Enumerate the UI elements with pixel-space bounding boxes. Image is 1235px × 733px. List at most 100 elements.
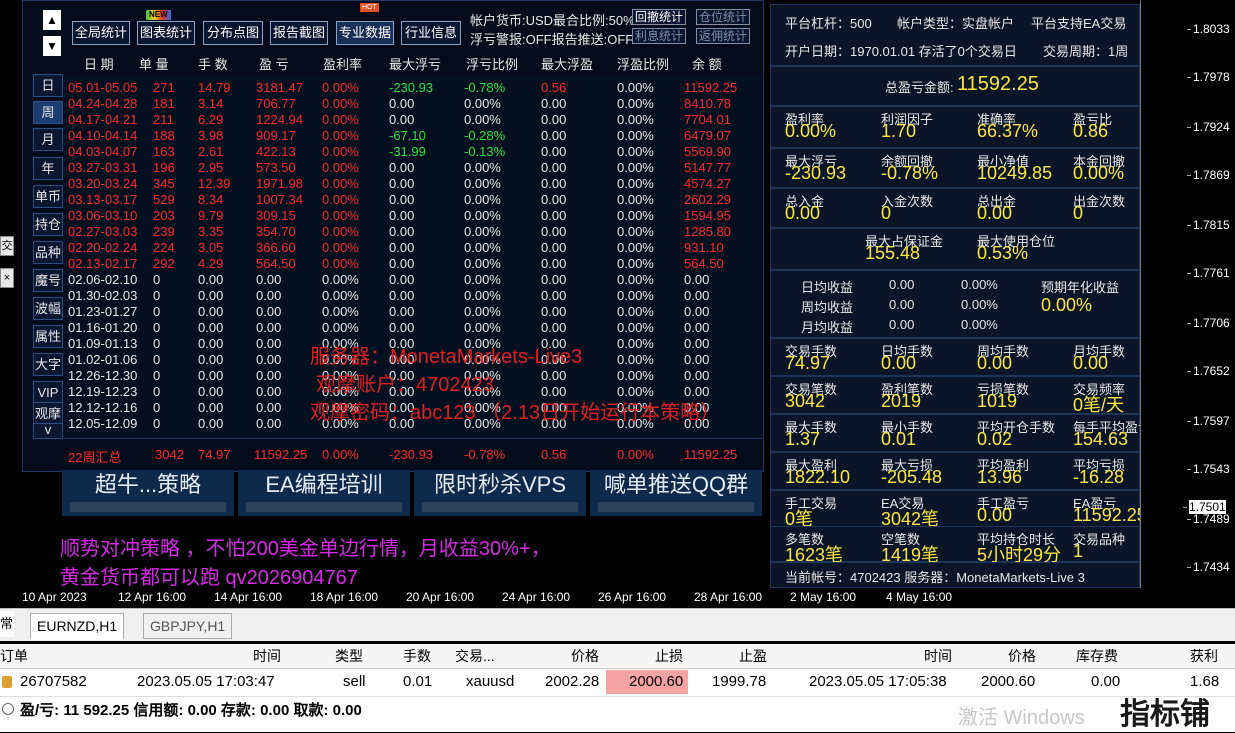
price-label: 1.7815	[1187, 218, 1230, 232]
table-cell: 01.30-02.03	[68, 288, 138, 303]
stat-box: 交易手数 74.97 日均手数 0.00 周均手数 0.00 月均手数 0.00	[770, 338, 1140, 376]
table-cell: 0.00	[541, 368, 567, 383]
interest-stats-button[interactable]: 利息统计	[632, 28, 687, 44]
large-font-button[interactable]: 大字	[33, 353, 63, 376]
table-cell: 0.00%	[617, 336, 654, 351]
scroll-up-button[interactable]: ▲	[43, 10, 61, 30]
summary-row: 22周汇总 3042 74.97 11592.25 0.00% -230.93 …	[64, 438, 762, 469]
period-year-button[interactable]: 年	[33, 157, 63, 180]
chart-tab-gbpjpy[interactable]: GBPJPY,H1	[143, 613, 233, 639]
chart-tab-eurnzd[interactable]: EURNZD,H1	[30, 613, 125, 640]
rebate-stats-button[interactable]: 返佣统计	[696, 28, 751, 44]
hdr-order[interactable]: 订单	[0, 644, 28, 668]
stat-box: 盈利率 0.00% 利润因子 1.70 准确率 66.37% 盈亏比 0.86	[770, 106, 1140, 148]
table-cell: 0	[153, 272, 161, 287]
table-cell: 0.00	[541, 224, 567, 239]
single-currency-button[interactable]: 单币	[33, 185, 63, 208]
hdr-price[interactable]: 价格	[571, 644, 599, 668]
table-cell: 0.00%	[322, 192, 359, 207]
table-cell: 706.77	[256, 96, 296, 111]
table-row[interactable]: 26707582 2023.05.05 17:03:47 sell 0.01 x…	[0, 670, 1235, 694]
period-month-button[interactable]: 月	[33, 128, 63, 151]
stat-box: 最大盈利 1822.10 最大亏损 -205.48 平均盈利 13.96 平均亏损 -16.2…	[770, 452, 1140, 490]
stat-value: 1019	[977, 391, 1018, 411]
table-row: 01.23-01.27 0 0.00 0.00 0.00% 0.00 0.00% 0.00 0.…	[64, 304, 762, 320]
hdr-swap[interactable]: 库存费	[1076, 644, 1118, 668]
daily-value: 0.00	[889, 277, 915, 292]
chart-stats-button[interactable]: 图表统计	[137, 21, 195, 45]
hdr-time[interactable]: 时间	[253, 644, 281, 668]
period-day-button[interactable]: 日	[33, 74, 63, 97]
table-cell: 0.00%	[322, 144, 359, 159]
distribution-plot-button[interactable]: 分布点图	[203, 21, 263, 45]
table-cell: 0.00	[256, 400, 282, 415]
summary-max-float-loss: -230.93	[389, 447, 434, 462]
banner-strategy-label: 超牛...策略	[94, 472, 202, 497]
table-cell: 0.00%	[617, 320, 654, 335]
symbols-button[interactable]: 品种	[33, 241, 63, 264]
table-cell: 0.00	[541, 304, 567, 319]
stat-value: 0.53%	[977, 243, 1029, 263]
open-date: 开户日期：1970.01.01 存活了0个交易日	[785, 44, 1017, 59]
magic-number-button[interactable]: 魔号	[33, 269, 63, 292]
table-cell: 0.00	[198, 304, 224, 319]
table-cell: 6.29	[198, 112, 224, 127]
table-cell: 0.00%	[322, 320, 359, 335]
banner-ea-training[interactable]: EA编程培训	[238, 470, 410, 516]
global-stats-button[interactable]: 全局统计	[72, 21, 130, 45]
table-cell: 02.06-02.10	[68, 272, 138, 287]
vip-button[interactable]: VIP	[33, 381, 63, 404]
pro-data-button[interactable]: 专业数据	[336, 21, 394, 45]
table-cell: 02.20-02.24	[68, 240, 138, 255]
period-week-button[interactable]: 周	[33, 101, 63, 124]
properties-button[interactable]: 属性	[33, 325, 63, 348]
table-cell: -67.10	[389, 128, 426, 143]
side-tab-close[interactable]: ×	[0, 268, 14, 288]
stat-value: 10249.85	[977, 163, 1053, 183]
banner-blur	[70, 502, 226, 512]
hdr-tp[interactable]: 止盈	[739, 644, 767, 668]
col-balance: 余 额	[692, 57, 722, 72]
hdr-lots[interactable]: 手数	[403, 644, 431, 668]
price-label: 1.8033	[1187, 22, 1230, 36]
table-cell: 0.00	[389, 320, 415, 335]
table-cell: 0.00	[198, 368, 224, 383]
table-row: 02.13-02.17 292 4.29 564.50 0.00% 0.00 0.00% 0.…	[64, 256, 762, 272]
drawdown-stats-button[interactable]: 回撤统计	[632, 9, 687, 25]
stat-value: 0	[1073, 203, 1084, 223]
banner-blur	[246, 502, 402, 512]
stat-value: 66.37%	[977, 121, 1039, 141]
order-tp: 1999.78	[712, 673, 767, 690]
hdr-profit[interactable]: 获利	[1190, 644, 1218, 668]
report-screenshot-button[interactable]: 报告截图	[270, 21, 328, 45]
stat-value: 74.97	[785, 353, 831, 373]
table-cell: 12.19-12.23	[68, 384, 138, 399]
price-label: 1.7869	[1187, 168, 1230, 182]
hdr-sl[interactable]: 止损	[655, 644, 683, 668]
hdr-close-price[interactable]: 价格	[1008, 644, 1036, 668]
hdr-type[interactable]: 类型	[335, 644, 363, 668]
banner-strategy[interactable]: 超牛...策略	[62, 470, 234, 516]
stat-value: 2019	[881, 391, 922, 411]
table-cell: 0.00	[198, 320, 224, 335]
range-button[interactable]: 波幅	[33, 297, 63, 320]
table-cell: 0.00%	[617, 144, 654, 159]
promo-line-1: 顺势对冲策略 ，不怕200美金单边行情，月收益30%+，	[60, 538, 551, 560]
table-cell: 1007.34	[256, 192, 303, 207]
scroll-down-button[interactable]: ▼	[43, 36, 61, 56]
stat-value: 1822.10	[785, 467, 851, 487]
weekly-percent: 0.00%	[961, 297, 998, 312]
order-time: 2023.05.05 17:03:47	[137, 673, 275, 690]
table-cell: 0.00	[389, 256, 415, 271]
banner-vps[interactable]: 限时秒杀VPS	[414, 470, 586, 516]
industry-info-button[interactable]: 行业信息	[401, 21, 461, 45]
table-cell: 0.00	[198, 416, 224, 431]
side-tab-trade[interactable]: 交	[0, 236, 14, 256]
positions-button[interactable]: 持仓	[33, 213, 63, 236]
banner-qq-group[interactable]: 喊单推送QQ群	[590, 470, 762, 516]
hdr-close-time[interactable]: 时间	[924, 644, 952, 668]
table-cell: 0.00	[389, 192, 415, 207]
hdr-symbol[interactable]: 交易...	[455, 644, 495, 668]
position-stats-button[interactable]: 仓位统计	[696, 9, 751, 25]
collapse-button[interactable]: v	[33, 423, 63, 439]
